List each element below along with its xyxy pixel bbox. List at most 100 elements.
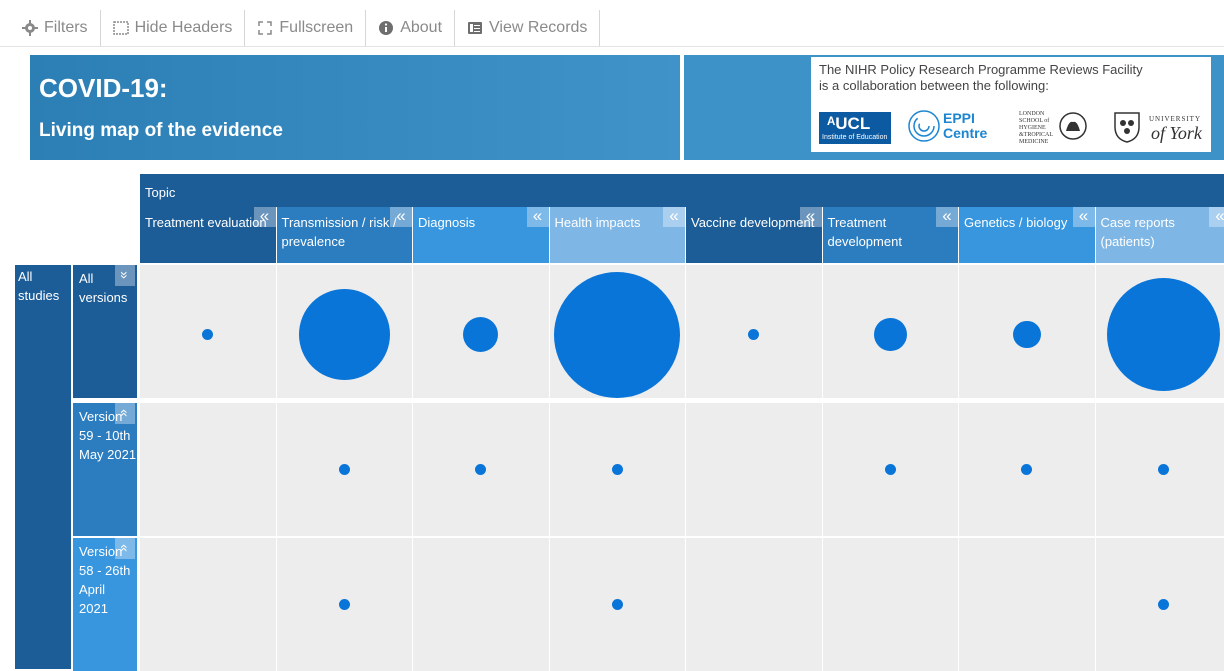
- map-cell[interactable]: [413, 538, 549, 671]
- map-cell[interactable]: [550, 403, 686, 536]
- evidence-bubble[interactable]: [1021, 464, 1032, 475]
- filters-label: Filters: [44, 19, 88, 37]
- page-title: COVID-19:: [39, 73, 168, 104]
- hide-headers-button[interactable]: Hide Headers: [101, 10, 246, 46]
- map-cell[interactable]: [140, 403, 276, 536]
- map-cell[interactable]: [823, 403, 959, 536]
- map-cell[interactable]: [686, 265, 822, 398]
- lshtm-logo-line: SCHOOL of: [1019, 118, 1053, 125]
- map-cell[interactable]: [823, 265, 959, 398]
- map-cell[interactable]: [1096, 403, 1224, 536]
- chevron-up-icon[interactable]: «: [115, 537, 135, 559]
- column-header[interactable]: Vaccine development«: [686, 207, 822, 263]
- evidence-bubble[interactable]: [612, 599, 623, 610]
- evidence-bubble[interactable]: [1107, 278, 1220, 391]
- map-cell[interactable]: [140, 265, 276, 398]
- evidence-bubble[interactable]: [463, 317, 498, 352]
- map-cell[interactable]: [823, 538, 959, 671]
- row-header[interactable]: Version 58 - 26th April 2021«: [73, 538, 137, 671]
- map-cell[interactable]: [686, 538, 822, 671]
- column-header[interactable]: Treatment development «: [823, 207, 959, 263]
- about-label: About: [400, 19, 442, 37]
- topic-header: Topic: [140, 174, 1224, 207]
- partner-panel: The NIHR Policy Research Programme Revie…: [684, 55, 1224, 160]
- column-header[interactable]: Treatment evaluation«: [140, 207, 276, 263]
- collapse-left-icon[interactable]: «: [390, 207, 412, 227]
- evidence-bubble[interactable]: [874, 318, 907, 351]
- ucl-logo-subtext: Institute of Education: [822, 134, 887, 141]
- evidence-bubble[interactable]: [299, 289, 390, 380]
- collapse-left-icon[interactable]: «: [936, 207, 958, 227]
- eppi-logo-line: Centre: [943, 126, 987, 141]
- evidence-bubble[interactable]: [339, 464, 350, 475]
- fullscreen-button[interactable]: Fullscreen: [245, 10, 366, 46]
- collapse-left-icon[interactable]: «: [800, 207, 822, 227]
- toolbar-divider: [0, 46, 1224, 47]
- eppi-centre-logo: EPPI Centre: [907, 107, 997, 147]
- map-cell[interactable]: [413, 265, 549, 398]
- collapse-left-icon[interactable]: «: [1073, 207, 1095, 227]
- map-cell[interactable]: [277, 403, 413, 536]
- fullscreen-icon: [257, 20, 273, 36]
- collapse-left-icon[interactable]: «: [663, 207, 685, 227]
- map-cell[interactable]: [686, 403, 822, 536]
- evidence-bubble[interactable]: [339, 599, 350, 610]
- hide-headers-label: Hide Headers: [135, 19, 233, 37]
- map-cell[interactable]: [277, 538, 413, 671]
- all-studies-header: All studies: [15, 265, 71, 669]
- map-cell[interactable]: [140, 538, 276, 671]
- collapse-left-icon[interactable]: «: [1209, 207, 1224, 227]
- column-header-label: Genetics / biology: [964, 215, 1067, 230]
- view-records-button[interactable]: View Records: [455, 10, 600, 46]
- map-cell[interactable]: [550, 538, 686, 671]
- info-icon: [378, 20, 394, 36]
- collapse-left-icon[interactable]: «: [527, 207, 549, 227]
- evidence-bubble[interactable]: [475, 464, 486, 475]
- lshtm-logo-line: MEDICINE: [1019, 139, 1053, 146]
- column-header[interactable]: Case reports (patients)«: [1096, 207, 1224, 263]
- column-header-label: Treatment development: [828, 215, 902, 249]
- map-cell[interactable]: [959, 538, 1095, 671]
- evidence-bubble[interactable]: [554, 272, 680, 398]
- map-cell[interactable]: [413, 403, 549, 536]
- ucl-logo: ᴬUCL Institute of Education: [819, 112, 891, 144]
- banner: COVID-19: Living map of the evidence: [30, 55, 680, 160]
- eppi-logo-line: EPPI: [943, 111, 987, 126]
- york-crest-icon: [1111, 109, 1143, 143]
- evidence-bubble[interactable]: [1158, 464, 1169, 475]
- records-icon: [467, 20, 483, 36]
- column-header-label: Vaccine development: [691, 215, 814, 230]
- map-cell[interactable]: [959, 403, 1095, 536]
- chevron-down-icon[interactable]: »: [115, 264, 135, 286]
- hide-headers-icon: [113, 20, 129, 36]
- york-logo-univ: UNIVERSITY: [1149, 115, 1201, 123]
- about-button[interactable]: About: [366, 10, 455, 46]
- evidence-bubble[interactable]: [1158, 599, 1169, 610]
- map-cell[interactable]: [1096, 538, 1224, 671]
- map-cell[interactable]: [959, 265, 1095, 398]
- evidence-bubble[interactable]: [748, 329, 759, 340]
- eppi-swirl-icon: [907, 109, 941, 143]
- evidence-bubble[interactable]: [885, 464, 896, 475]
- evidence-bubble[interactable]: [202, 329, 213, 340]
- evidence-bubble[interactable]: [1013, 321, 1041, 349]
- eppi-logo-text: EPPI Centre: [943, 111, 987, 141]
- map-cell[interactable]: [550, 265, 686, 398]
- column-header[interactable]: Diagnosis«: [413, 207, 549, 263]
- map-cell[interactable]: [1096, 265, 1224, 398]
- column-header[interactable]: Health impacts«: [550, 207, 686, 263]
- map-cell[interactable]: [277, 265, 413, 398]
- row-header[interactable]: Version 59 - 10th May 2021«: [73, 403, 137, 536]
- filters-button[interactable]: Filters: [10, 10, 101, 46]
- collapse-left-icon[interactable]: «: [254, 207, 276, 227]
- view-records-label: View Records: [489, 19, 587, 37]
- column-header-label: Treatment evaluation: [145, 215, 267, 230]
- lshtm-logo-line: LONDON: [1019, 111, 1053, 118]
- column-header[interactable]: Transmission / risk / prevalence«: [277, 207, 413, 263]
- column-header[interactable]: Genetics / biology «: [959, 207, 1095, 263]
- chevron-up-icon[interactable]: «: [115, 402, 135, 424]
- row-header[interactable]: All versions»: [73, 265, 137, 398]
- partner-text-line: The NIHR Policy Research Programme Revie…: [819, 62, 1143, 78]
- fullscreen-label: Fullscreen: [279, 19, 353, 37]
- evidence-bubble[interactable]: [612, 464, 623, 475]
